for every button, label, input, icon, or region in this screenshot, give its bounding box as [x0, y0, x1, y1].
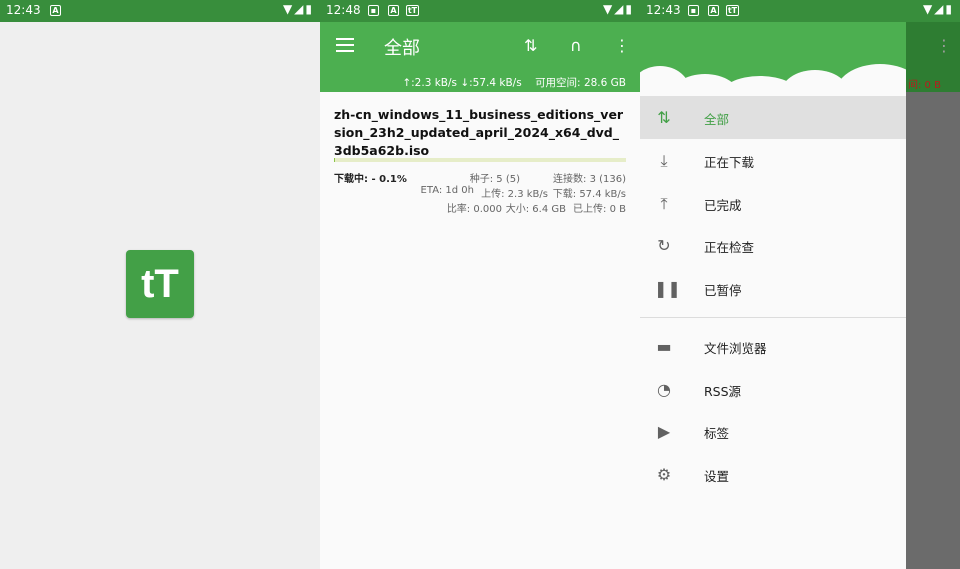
drawer-item-label: 正在检查	[704, 240, 755, 255]
drawer-item-file-browser[interactable]: ▬ 文件浏览器	[640, 325, 906, 368]
pause-icon: ❚❚	[654, 279, 681, 298]
drawer-item-label: 标签	[704, 426, 730, 441]
drawer-item-settings[interactable]: ⚙ 设置	[640, 453, 906, 496]
splash-screen: 12:43 A ▼◢▮ tT	[0, 0, 320, 569]
drawer-item-checking[interactable]: ↻ 正在检查	[640, 224, 906, 267]
app-logo: tT	[126, 250, 194, 318]
scrim[interactable]	[906, 92, 960, 569]
drawer-screen: 12:43 ▪ A tT ▼◢▮ ⋮ 间: 0 B ⇅ 全部 ⤓ 正在下载 ⤒ …	[640, 0, 960, 569]
upload-icon: ⤒	[660, 194, 668, 213]
drawer-item-paused[interactable]: ❚❚ 已暂停	[640, 267, 906, 310]
status-time: 12:43	[646, 3, 681, 17]
system-icons: ▼◢▮	[602, 2, 634, 16]
notification-a-icon: A	[388, 5, 399, 16]
torrent-name: zh-cn_windows_11_business_editions_versi…	[334, 107, 624, 158]
download-speed-text: 下载: 57.4 kB/s	[552, 189, 626, 200]
drawer-item-completed[interactable]: ⤒ 已完成	[640, 182, 906, 225]
drawer-item-label: RSS源	[704, 384, 742, 399]
menu-icon[interactable]	[336, 38, 354, 52]
more-vert-icon[interactable]: ⋮	[614, 36, 630, 55]
eta-text: ETA: 1d 0h	[420, 185, 474, 196]
label-icon: ▶	[657, 422, 671, 441]
drawer-item-labels[interactable]: ▶ 标签	[640, 410, 906, 453]
ttorrent-notification-icon: tT	[406, 5, 419, 16]
magnet-icon[interactable]: ∩	[570, 36, 582, 55]
drawer-item-label: 文件浏览器	[704, 341, 767, 356]
uploaded-text: 已上传: 0 B	[573, 204, 626, 215]
page-title: 全部	[384, 38, 420, 59]
background-text: 间: 0 B	[908, 80, 941, 91]
status-bar: 12:48 ▪ A tT ▼◢▮	[320, 0, 640, 22]
status-time: 12:43	[6, 3, 41, 17]
image-notification-icon: ▪	[688, 5, 699, 16]
sort-icon[interactable]: ⇅	[524, 36, 537, 55]
notification-a-icon: A	[50, 5, 61, 16]
sort-arrows-icon: ⇅	[657, 108, 671, 127]
system-icons: ▼◢▮	[282, 2, 314, 16]
refresh-icon: ↻	[657, 236, 671, 255]
speed-text: ↑:2.3 kB/s ↓:57.4 kB/s	[402, 77, 522, 89]
app-bar: 全部 ⇅ ∩ ⋮ ↑:2.3 kB/s ↓:57.4 kB/s 可用空间: 28…	[320, 22, 640, 92]
upload-speed-text: 上传: 2.3 kB/s	[481, 189, 548, 200]
speed-summary: ↑:2.3 kB/s ↓:57.4 kB/s 可用空间: 28.6 GB	[402, 75, 626, 90]
image-notification-icon: ▪	[368, 5, 379, 16]
gear-icon: ⚙	[656, 465, 672, 484]
drawer-divider	[640, 317, 906, 318]
status-time: 12:48	[326, 3, 361, 17]
ratio-text: 比率: 0.000	[446, 204, 502, 215]
notification-a-icon: A	[708, 5, 719, 16]
seeds-text: 种子: 5 (5)	[469, 174, 520, 185]
drawer-item-label: 全部	[704, 112, 730, 127]
drawer-item-downloading[interactable]: ⤓ 正在下载	[640, 139, 906, 182]
drawer-item-label: 设置	[704, 469, 730, 484]
drawer-item-rss[interactable]: ◔ RSS源	[640, 368, 906, 411]
folder-icon: ▬	[656, 337, 672, 356]
status-bar: 12:43 A ▼◢▮	[0, 0, 320, 22]
rss-icon: ◔	[657, 380, 671, 399]
torrent-list-screen: 12:48 ▪ A tT ▼◢▮ 全部 ⇅ ∩ ⋮ ↑:2.3 kB/s ↓:5…	[320, 0, 640, 569]
more-vert-icon: ⋮	[936, 36, 952, 55]
drawer-header	[640, 22, 906, 96]
free-space-text: 可用空间: 28.6 GB	[535, 77, 626, 89]
drawer-item-label: 已暂停	[704, 283, 742, 298]
size-text: 大小: 6.4 GB	[505, 204, 566, 215]
progress-bar	[334, 158, 626, 162]
torrent-state: 下载中: - 0.1%	[334, 174, 407, 185]
drawer-item-label: 已完成	[704, 198, 742, 213]
drawer-item-all[interactable]: ⇅ 全部	[640, 96, 906, 139]
navigation-drawer: ⇅ 全部 ⤓ 正在下载 ⤒ 已完成 ↻ 正在检查 ❚❚ 已暂停 ▬ 文件浏览器 …	[640, 22, 906, 569]
status-bar: 12:43 ▪ A tT ▼◢▮	[640, 0, 960, 22]
system-icons: ▼◢▮	[922, 2, 954, 16]
ttorrent-notification-icon: tT	[726, 5, 739, 16]
connections-text: 连接数: 3 (136)	[553, 174, 626, 185]
download-icon: ⤓	[660, 151, 668, 170]
drawer-item-label: 正在下载	[704, 155, 755, 170]
